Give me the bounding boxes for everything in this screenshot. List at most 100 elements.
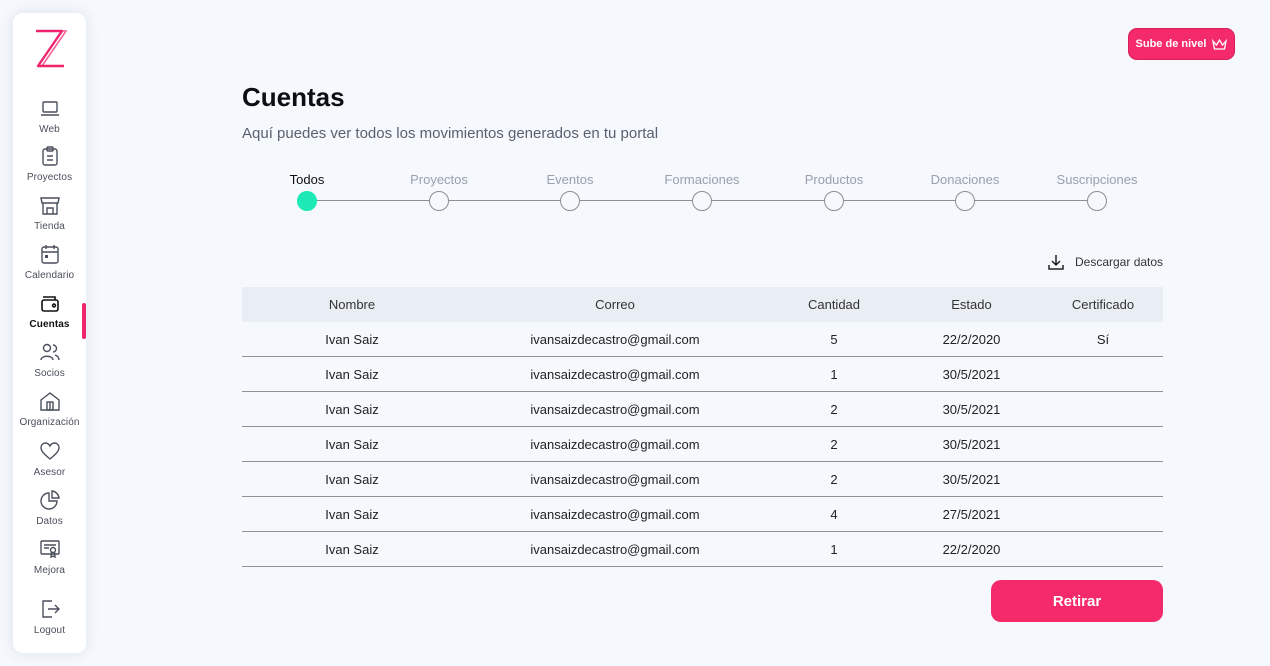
step-todos[interactable]: Todos xyxy=(252,170,362,211)
sidebar-item-socios[interactable]: Socios xyxy=(13,341,86,379)
cell-cantidad: 5 xyxy=(830,331,838,347)
sidebar-item-organizacion[interactable]: Organización xyxy=(13,390,86,428)
accounts-table: Nombre Correo Cantidad Estado Certificad… xyxy=(242,287,1163,567)
cell-cantidad: 1 xyxy=(830,366,838,382)
table-row[interactable]: Ivan Saiz ivansaizdecastro@gmail.com 4 2… xyxy=(242,497,1163,532)
sidebar-item-mejora[interactable]: Mejora xyxy=(13,538,86,576)
cell-cantidad: 4 xyxy=(830,506,838,522)
certificate-icon xyxy=(39,540,60,559)
cell-correo: ivansaizdecastro@gmail.com xyxy=(530,331,700,347)
step-dot xyxy=(297,191,317,211)
step-productos[interactable]: Productos xyxy=(779,170,889,211)
heart-icon xyxy=(39,442,60,460)
cell-nombre: Ivan Saiz xyxy=(325,331,379,347)
table-row[interactable]: Ivan Saiz ivansaizdecastro@gmail.com 2 3… xyxy=(242,392,1163,427)
cell-certificado: Sí xyxy=(1096,331,1110,347)
sidebar-item-asesor[interactable]: Asesor xyxy=(13,440,86,478)
sidebar-item-label: Logout xyxy=(33,625,66,636)
sidebar-item-web[interactable]: Web xyxy=(13,97,86,135)
step-formaciones[interactable]: Formaciones xyxy=(647,170,757,211)
cell-correo: ivansaizdecastro@gmail.com xyxy=(530,541,700,557)
step-label: Todos xyxy=(289,172,325,187)
sidebar-item-label: Cuentas xyxy=(29,319,70,330)
cell-nombre: Ivan Saiz xyxy=(325,366,379,382)
table-header: Nombre Correo Cantidad Estado Certificad… xyxy=(242,287,1163,322)
cell-nombre: Ivan Saiz xyxy=(325,436,379,452)
laptop-icon xyxy=(40,101,59,116)
cell-cantidad: 2 xyxy=(830,401,838,417)
sidebar-item-proyectos[interactable]: Proyectos xyxy=(13,145,86,183)
cell-cantidad: 1 xyxy=(830,541,838,557)
step-dot xyxy=(692,191,712,211)
step-label: Productos xyxy=(804,172,864,187)
cell-nombre: Ivan Saiz xyxy=(325,506,379,522)
step-label: Eventos xyxy=(546,172,594,187)
calendar-icon xyxy=(40,245,59,264)
cell-correo: ivansaizdecastro@gmail.com xyxy=(530,366,700,382)
sidebar-item-label: Tienda xyxy=(34,221,65,232)
cell-nombre: Ivan Saiz xyxy=(325,401,379,417)
sidebar-item-label: Organización xyxy=(19,417,80,428)
step-eventos[interactable]: Eventos xyxy=(515,170,625,211)
download-label: Descargar datos xyxy=(1075,255,1164,269)
step-dot xyxy=(824,191,844,211)
sidebar-item-datos[interactable]: Datos xyxy=(13,489,86,527)
sidebar-item-tienda[interactable]: Tienda xyxy=(13,194,86,232)
step-proyectos[interactable]: Proyectos xyxy=(384,170,494,211)
cell-estado: 22/2/2020 xyxy=(942,541,1001,557)
users-icon xyxy=(39,343,60,361)
pie-chart-icon xyxy=(39,490,60,510)
table-row[interactable]: Ivan Saiz ivansaizdecastro@gmail.com 5 2… xyxy=(242,322,1163,357)
upgrade-button[interactable]: Sube de nivel xyxy=(1128,28,1235,60)
cell-correo: ivansaizdecastro@gmail.com xyxy=(530,471,700,487)
sidebar-item-calendario[interactable]: Calendario xyxy=(13,243,86,281)
step-label: Proyectos xyxy=(410,172,468,187)
step-dot xyxy=(1087,191,1107,211)
step-dot xyxy=(429,191,449,211)
sidebar-item-logout[interactable]: Logout xyxy=(13,598,86,636)
sidebar-item-label: Calendario xyxy=(24,270,75,281)
download-data-button[interactable]: Descargar datos xyxy=(1047,253,1163,271)
retirar-button[interactable]: Retirar xyxy=(991,580,1163,622)
sidebar-item-label: Datos xyxy=(36,516,63,527)
cell-cantidad: 2 xyxy=(830,436,838,452)
sidebar-item-label: Asesor xyxy=(33,467,66,478)
cell-nombre: Ivan Saiz xyxy=(325,541,379,557)
cell-estado: 30/5/2021 xyxy=(942,401,1001,417)
building-icon xyxy=(39,392,60,411)
cell-estado: 22/2/2020 xyxy=(942,331,1001,347)
page-subtitle: Aquí puedes ver todos los movimientos ge… xyxy=(242,125,659,142)
table-row[interactable]: Ivan Saiz ivansaizdecastro@gmail.com 2 3… xyxy=(242,462,1163,497)
cell-correo: ivansaizdecastro@gmail.com xyxy=(530,436,700,452)
step-suscripciones[interactable]: Suscripciones xyxy=(1042,170,1152,211)
sidebar: Web Proyectos Tienda Calendario Cuentas … xyxy=(13,13,86,653)
table-row[interactable]: Ivan Saiz ivansaizdecastro@gmail.com 1 3… xyxy=(242,357,1163,392)
cell-cantidad: 2 xyxy=(830,471,838,487)
column-header-certificado: Certificado xyxy=(1071,297,1135,312)
crown-icon xyxy=(1212,38,1228,50)
active-indicator xyxy=(82,303,86,339)
cell-correo: ivansaizdecastro@gmail.com xyxy=(530,401,700,417)
logout-icon xyxy=(41,600,60,618)
category-stepper: Todos Proyectos Eventos Formaciones Prod… xyxy=(262,170,1162,220)
step-donaciones[interactable]: Donaciones xyxy=(910,170,1020,211)
cell-estado: 30/5/2021 xyxy=(942,471,1001,487)
store-icon xyxy=(39,197,60,215)
column-header-nombre: Nombre xyxy=(328,297,376,312)
table-row[interactable]: Ivan Saiz ivansaizdecastro@gmail.com 1 2… xyxy=(242,532,1163,567)
sidebar-item-label: Mejora xyxy=(33,565,66,576)
column-header-cantidad: Cantidad xyxy=(807,297,861,312)
column-header-correo: Correo xyxy=(595,297,635,312)
cell-correo: ivansaizdecastro@gmail.com xyxy=(530,506,700,522)
step-label: Donaciones xyxy=(930,172,1000,187)
logo-icon[interactable] xyxy=(32,28,68,70)
sidebar-item-label: Socios xyxy=(34,368,65,379)
cell-estado: 30/5/2021 xyxy=(942,436,1001,452)
step-dot xyxy=(955,191,975,211)
sidebar-item-label: Web xyxy=(39,124,60,135)
download-icon xyxy=(1048,255,1064,270)
table-row[interactable]: Ivan Saiz ivansaizdecastro@gmail.com 2 3… xyxy=(242,427,1163,462)
step-dot xyxy=(560,191,580,211)
sidebar-item-cuentas[interactable]: Cuentas xyxy=(13,292,86,330)
clipboard-icon xyxy=(41,146,58,166)
